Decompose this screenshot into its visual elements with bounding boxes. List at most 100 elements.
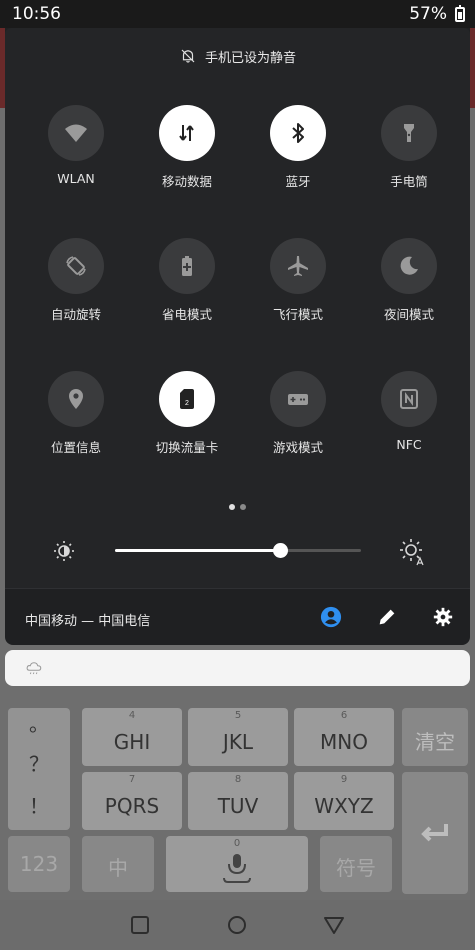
- tile-sim-switch[interactable]: 2 切换流量卡: [142, 371, 232, 471]
- sim-switch-icon: 2: [180, 389, 194, 409]
- tile-wlan[interactable]: WLAN: [31, 105, 121, 205]
- tile-sim-switch-button[interactable]: 2: [159, 371, 215, 427]
- user-button[interactable]: [319, 605, 343, 629]
- tile-label: 游戏模式: [272, 440, 323, 455]
- key-number-mode[interactable]: 123: [8, 836, 70, 892]
- page-dot[interactable]: [240, 504, 246, 510]
- tile-bluetooth-button[interactable]: [270, 105, 326, 161]
- tile-label: 手电筒: [390, 174, 428, 189]
- battery-saver-icon: [182, 256, 192, 276]
- key-letters: JKL: [222, 730, 254, 754]
- key-question[interactable]: ？: [8, 748, 70, 777]
- tile-mobile-data-button[interactable]: [159, 105, 215, 161]
- brightness-slider[interactable]: [115, 543, 361, 558]
- key-letters: MNO: [320, 730, 368, 754]
- keyboard-symbol-column[interactable]: 。 ？ ！: [8, 708, 70, 830]
- key-letters: PQRS: [104, 794, 160, 818]
- tile-night-mode[interactable]: 夜间模式: [364, 238, 454, 338]
- key-jkl[interactable]: 5 JKL: [188, 708, 288, 766]
- svg-text:2: 2: [185, 400, 189, 407]
- bluetooth-icon: [292, 123, 304, 143]
- bell-off-icon: [181, 49, 195, 63]
- tile-bluetooth[interactable]: 蓝牙: [253, 105, 343, 205]
- tile-label: 切换流量卡: [155, 440, 219, 455]
- key-language-label: 中: [108, 856, 128, 880]
- key-period[interactable]: 。: [8, 708, 70, 737]
- key-clear[interactable]: 清空: [402, 708, 468, 766]
- key-letters: WXYZ: [314, 794, 374, 818]
- tile-label: 夜间模式: [383, 307, 434, 322]
- key-number: 0: [233, 838, 241, 849]
- key-pqrs[interactable]: 7 PQRS: [82, 772, 182, 830]
- key-enter[interactable]: [402, 772, 468, 894]
- edit-button[interactable]: [375, 605, 399, 629]
- home-icon[interactable]: [225, 913, 249, 937]
- key-letters: GHI: [113, 730, 151, 754]
- tile-airplane-mode-button[interactable]: [270, 238, 326, 294]
- tile-location[interactable]: 位置信息: [31, 371, 121, 471]
- edit-icon: [379, 609, 395, 625]
- page-indicator: [5, 504, 470, 512]
- location-icon: [69, 389, 83, 409]
- key-mno[interactable]: 6 MNO: [294, 708, 394, 766]
- key-tuv[interactable]: 8 TUV: [188, 772, 288, 830]
- tile-auto-rotate-button[interactable]: [48, 238, 104, 294]
- quick-settings-footer: 中国移动 — 中国电信: [5, 588, 470, 645]
- quick-settings-panel: 手机已设为静音 WLAN 移动数据 蓝牙 手电筒 自动旋转 省电模式 飞行模式 …: [5, 28, 470, 645]
- weather-cloud-icon: [26, 662, 42, 675]
- quick-settings-tiles-area: 手机已设为静音 WLAN 移动数据 蓝牙 手电筒 自动旋转 省电模式 飞行模式 …: [5, 28, 470, 588]
- auto-brightness-icon[interactable]: [399, 538, 425, 566]
- battery-icon: [455, 5, 465, 22]
- key-exclamation[interactable]: ！: [8, 790, 70, 819]
- back-icon[interactable]: [322, 913, 346, 937]
- tile-label: 移动数据: [161, 174, 212, 189]
- tile-game-mode[interactable]: 游戏模式: [253, 371, 343, 471]
- nfc-icon: [400, 389, 418, 409]
- tile-label: 蓝牙: [285, 174, 311, 189]
- user-icon: [320, 606, 342, 628]
- brightness-slider-thumb[interactable]: [272, 543, 288, 558]
- tile-nfc-button[interactable]: [381, 371, 437, 427]
- tile-auto-rotate[interactable]: 自动旋转: [31, 238, 121, 338]
- settings-gear-icon: [433, 607, 453, 627]
- brightness-slider-fill: [115, 549, 280, 552]
- key-ghi[interactable]: 4 GHI: [82, 708, 182, 766]
- notification-card[interactable]: [5, 650, 470, 686]
- tile-location-button[interactable]: [48, 371, 104, 427]
- key-wxyz[interactable]: 9 WXYZ: [294, 772, 394, 830]
- tile-battery-saver[interactable]: 省电模式: [142, 238, 232, 338]
- tile-label: 位置信息: [50, 440, 101, 455]
- silent-mode-banner[interactable]: 手机已设为静音: [5, 44, 470, 68]
- key-number: 9: [340, 774, 348, 785]
- key-letters: TUV: [217, 794, 259, 818]
- tile-flashlight[interactable]: 手电筒: [364, 105, 454, 205]
- key-number: 6: [340, 710, 348, 721]
- airplane-icon: [288, 256, 308, 276]
- battery-percent: 57%: [409, 4, 447, 24]
- recent-apps-icon[interactable]: [128, 913, 152, 937]
- tile-game-mode-button[interactable]: [270, 371, 326, 427]
- status-bar: 10:56 57%: [0, 0, 475, 28]
- tile-mobile-data[interactable]: 移动数据: [142, 105, 232, 205]
- key-number-mode-label: 123: [19, 852, 59, 876]
- tile-battery-saver-button[interactable]: [159, 238, 215, 294]
- key-clear-label: 清空: [415, 730, 455, 754]
- tile-wlan-button[interactable]: [48, 105, 104, 161]
- tile-airplane-mode[interactable]: 飞行模式: [253, 238, 343, 338]
- key-number: 8: [234, 774, 242, 785]
- flashlight-icon: [404, 124, 414, 142]
- settings-button[interactable]: [431, 605, 455, 629]
- night-mode-icon: [400, 256, 418, 275]
- key-space[interactable]: 0: [166, 836, 308, 892]
- tile-nfc[interactable]: NFC: [364, 371, 454, 471]
- tile-label: 飞行模式: [272, 307, 323, 322]
- page-dot-active: [229, 504, 235, 510]
- enter-icon: [421, 824, 448, 842]
- key-language[interactable]: 中: [82, 836, 154, 892]
- key-number: 7: [128, 774, 136, 785]
- navigation-bar: [0, 900, 475, 950]
- tile-flashlight-button[interactable]: [381, 105, 437, 161]
- tile-label: 省电模式: [161, 307, 212, 322]
- key-symbols[interactable]: 符号: [320, 836, 392, 892]
- tile-night-mode-button[interactable]: [381, 238, 437, 294]
